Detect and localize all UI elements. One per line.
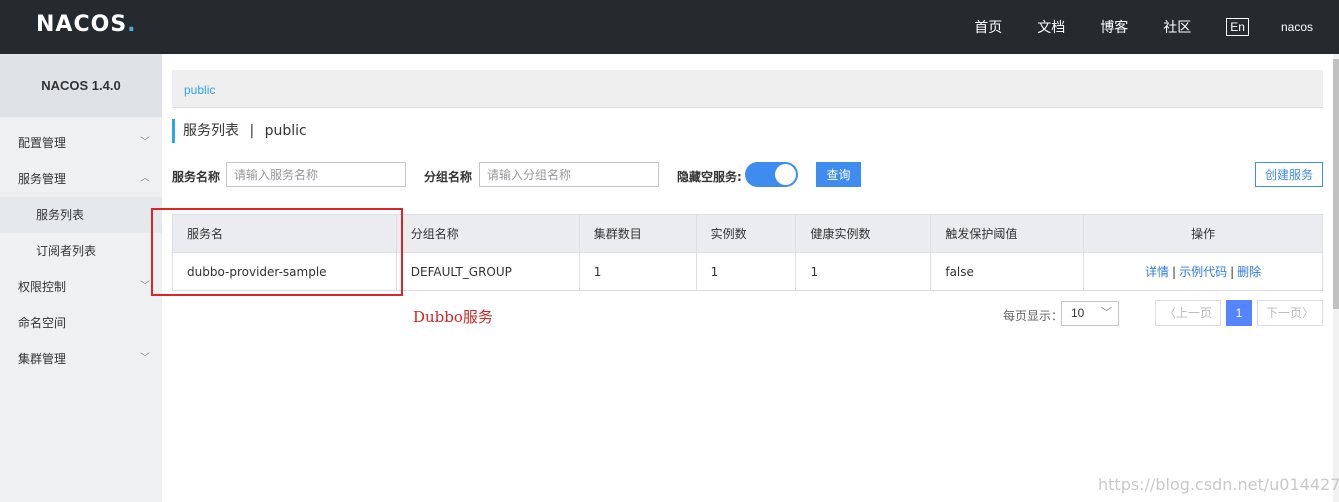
cell-threshold: false — [930, 252, 1085, 291]
scrollbar-thumb[interactable] — [1333, 59, 1339, 309]
nav-docs[interactable]: 文档 — [1037, 17, 1065, 37]
toggle-knob — [775, 164, 796, 185]
sidebar: NACOS 1.4.0 配置管理 ﹀ 服务管理 ︿ 服务列表 订阅者列表 权限控… — [0, 54, 162, 502]
vertical-scrollbar[interactable] — [1333, 54, 1339, 502]
top-nav: 首页 文档 博客 社区 En nacos — [974, 0, 1339, 54]
logo-text-co: CO — [73, 12, 111, 37]
chevron-up-icon: ︿ — [140, 173, 150, 184]
sidebar-item-namespace[interactable]: 命名空间 — [0, 305, 162, 341]
sample-code-link[interactable]: 示例代码 — [1179, 265, 1227, 279]
next-page-label: 下一页 — [1265, 306, 1302, 320]
chevron-down-icon: ﹀ — [140, 137, 150, 148]
annotation-highlight-box — [151, 208, 403, 296]
detail-link[interactable]: 详情 — [1145, 265, 1169, 279]
sidebar-item-subscriber-list[interactable]: 订阅者列表 — [0, 233, 162, 269]
create-service-button[interactable]: 创建服务 — [1255, 162, 1323, 187]
per-page-select[interactable]: 10 ﹀ — [1061, 301, 1119, 326]
user-name[interactable]: nacos — [1281, 20, 1313, 34]
sidebar-item-service[interactable]: 服务管理 ︿ — [0, 161, 162, 197]
chevron-left-icon: 〈 — [1163, 306, 1176, 320]
sidebar-item-auth[interactable]: 权限控制 ﹀ — [0, 269, 162, 305]
column-header-instances: 实例数 — [695, 214, 797, 253]
per-page-value: 10 — [1071, 306, 1085, 320]
prev-page-label: 上一页 — [1176, 306, 1213, 320]
cell-group-name: DEFAULT_GROUP — [395, 252, 580, 291]
delete-link[interactable]: 删除 — [1237, 265, 1261, 279]
watermark: https://blog.csdn.net/u014427391 — [1098, 475, 1339, 494]
chevron-down-icon: ﹀ — [140, 353, 150, 364]
column-header-healthy: 健康实例数 — [795, 214, 932, 253]
op-separator: | — [1230, 265, 1235, 279]
column-header-ops: 操作 — [1083, 214, 1323, 253]
column-header-threshold: 触发保护阈值 — [930, 214, 1085, 253]
cell-clusters: 1 — [578, 252, 697, 291]
page-title-namespace: public — [264, 123, 307, 139]
cell-healthy: 1 — [795, 252, 932, 291]
sidebar-item-cluster[interactable]: 集群管理 ﹀ — [0, 341, 162, 377]
sidebar-item-label: 配置管理 — [18, 136, 67, 150]
logo-dot: . — [127, 12, 137, 37]
current-page-button[interactable]: 1 — [1226, 300, 1252, 326]
chevron-right-icon: 〉 — [1302, 306, 1315, 320]
logo-text-post: S — [110, 12, 128, 37]
cell-ops: 详情 | 示例代码 | 删除 — [1083, 252, 1323, 291]
nacos-logo[interactable]: NACOS. — [36, 12, 137, 37]
sidebar-item-service-list[interactable]: 服务列表 — [0, 197, 162, 233]
chevron-down-icon: ﹀ — [1101, 307, 1112, 319]
page-title-main: 服务列表 — [183, 123, 239, 139]
sidebar-item-label: 权限控制 — [18, 280, 67, 294]
namespace-bar: public — [172, 70, 1323, 108]
next-page-button[interactable]: 下一页〉 — [1257, 300, 1323, 326]
top-header: NACOS. 首页 文档 博客 社区 En nacos — [0, 0, 1339, 54]
group-name-input[interactable] — [479, 162, 659, 187]
page-title: 服务列表 | public — [172, 119, 307, 143]
language-button[interactable]: En — [1226, 18, 1249, 36]
column-header-clusters: 集群数目 — [578, 214, 697, 253]
annotation-text: Dubbo服务 — [413, 308, 493, 326]
sidebar-item-label: 服务管理 — [18, 172, 67, 186]
group-name-label: 分组名称 — [424, 170, 473, 184]
sidebar-item-label: 集群管理 — [18, 352, 67, 366]
prev-page-button[interactable]: 〈上一页 — [1155, 300, 1221, 326]
version-label: NACOS 1.4.0 — [0, 54, 162, 117]
op-separator: | — [1172, 265, 1177, 279]
per-page-label: 每页显示： — [1003, 309, 1064, 323]
service-name-label: 服务名称 — [172, 170, 221, 184]
cell-instances: 1 — [695, 252, 797, 291]
sidebar-item-label: 命名空间 — [18, 316, 67, 330]
chevron-down-icon: ﹀ — [140, 281, 150, 292]
hide-empty-toggle[interactable] — [745, 162, 798, 187]
service-name-input[interactable] — [226, 162, 406, 187]
search-row: 服务名称 分组名称 隐藏空服务: 查询 创建服务 — [172, 162, 1323, 188]
logo-text-pre: NA — [36, 12, 74, 37]
query-button[interactable]: 查询 — [816, 162, 861, 187]
hide-empty-label: 隐藏空服务: — [677, 170, 742, 184]
column-header-group: 分组名称 — [395, 214, 580, 253]
page-title-separator: | — [249, 123, 255, 139]
sidebar-item-config[interactable]: 配置管理 ﹀ — [0, 125, 162, 161]
namespace-link-public[interactable]: public — [184, 83, 215, 97]
nav-blog[interactable]: 博客 — [1100, 17, 1128, 37]
nav-community[interactable]: 社区 — [1163, 17, 1191, 37]
nav-home[interactable]: 首页 — [974, 17, 1002, 37]
